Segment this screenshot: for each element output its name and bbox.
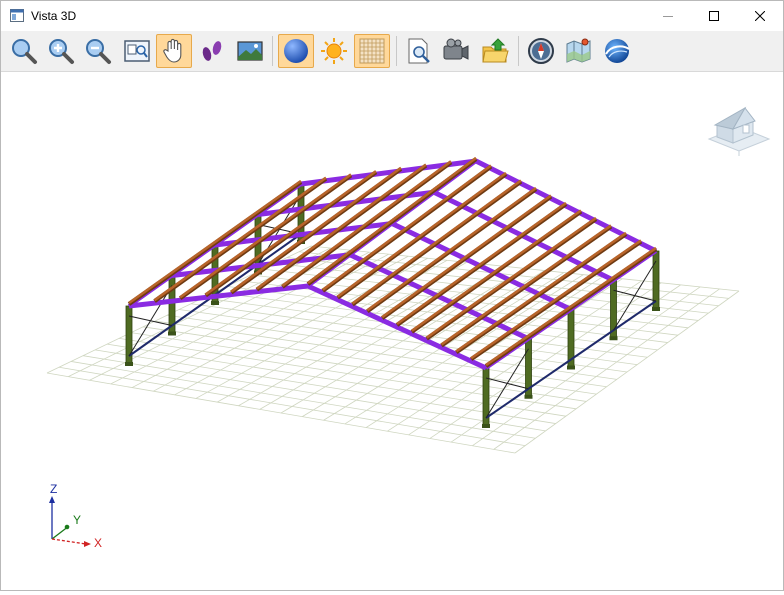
grid-line [302, 270, 545, 417]
sphere-render-icon [284, 39, 308, 63]
purlin [396, 201, 567, 326]
export-button[interactable] [477, 34, 513, 68]
pan-button[interactable] [156, 34, 192, 68]
wall-girt [570, 329, 615, 361]
walk-footprints-icon [202, 41, 222, 61]
print-preview-icon [408, 38, 430, 64]
column-base [567, 365, 575, 370]
grid-line [214, 291, 658, 351]
wall-girt [485, 387, 530, 419]
zoom-out-button[interactable] [80, 34, 116, 68]
column-base [125, 362, 133, 366]
close-button[interactable] [737, 1, 783, 31]
background-image-icon [237, 41, 263, 61]
grid-line [250, 274, 689, 329]
z-axis-label: Z [50, 482, 57, 496]
orientation-button[interactable] [523, 34, 559, 68]
grid-toggle-button[interactable] [354, 34, 390, 68]
title-bar: Vista 3D [1, 1, 783, 31]
window-title: Vista 3D [31, 9, 77, 23]
sun-light-icon [321, 38, 347, 64]
close-icon [755, 11, 765, 21]
toolbar-separator [272, 36, 273, 66]
wall-girt [612, 300, 657, 332]
grid-icon [359, 38, 385, 64]
toolbar-separator [518, 36, 519, 66]
zoom-window-icon [124, 40, 150, 62]
toolbar [1, 31, 783, 72]
zoom-window-button[interactable] [119, 34, 155, 68]
zoom-button[interactable] [6, 34, 42, 68]
solid-render-button[interactable] [278, 34, 314, 68]
export-folder-icon [482, 38, 509, 63]
grid-line [514, 290, 740, 454]
compass-icon [528, 38, 554, 64]
zoom-icon [12, 39, 37, 64]
column-base [524, 394, 533, 399]
purlin [179, 173, 352, 299]
y-axis-label: Y [73, 513, 81, 527]
background-image-button[interactable] [232, 34, 268, 68]
pan-hand-icon [163, 38, 182, 63]
zoom-out-icon [86, 39, 111, 64]
view-cube-home-icon[interactable] [707, 106, 771, 156]
zoom-in-icon [49, 39, 74, 64]
maximize-icon [709, 11, 719, 21]
vista-3d-window: Vista 3D Z Y X [0, 0, 784, 591]
google-earth-button[interactable] [599, 34, 635, 68]
app-window-icon [10, 9, 24, 22]
column-base [211, 301, 219, 305]
video-capture-button[interactable] [438, 34, 474, 68]
axis-triad: Z Y X [49, 482, 102, 550]
toolbar-separator [396, 36, 397, 66]
minimize-icon [663, 16, 673, 17]
column-base [482, 424, 490, 428]
map-button[interactable] [561, 34, 597, 68]
3d-viewport[interactable]: Z Y X [1, 72, 783, 590]
zoom-in-button[interactable] [43, 34, 79, 68]
column-base [652, 307, 660, 311]
video-camera-icon [443, 38, 469, 60]
grid-line [472, 286, 701, 447]
column-base [168, 331, 176, 336]
map-icon [566, 38, 591, 63]
x-axis-label: X [94, 536, 102, 550]
steel-frame-3d-model[interactable]: Z Y X [1, 72, 783, 590]
light-button[interactable] [316, 34, 352, 68]
print-preview-button[interactable] [401, 34, 437, 68]
column-base [609, 336, 618, 341]
maximize-button[interactable] [691, 1, 737, 31]
minimize-button[interactable] [645, 1, 691, 31]
grid-line [226, 286, 668, 343]
wall-girt [527, 358, 572, 390]
google-earth-icon [605, 39, 630, 63]
walk-button[interactable] [194, 34, 230, 68]
